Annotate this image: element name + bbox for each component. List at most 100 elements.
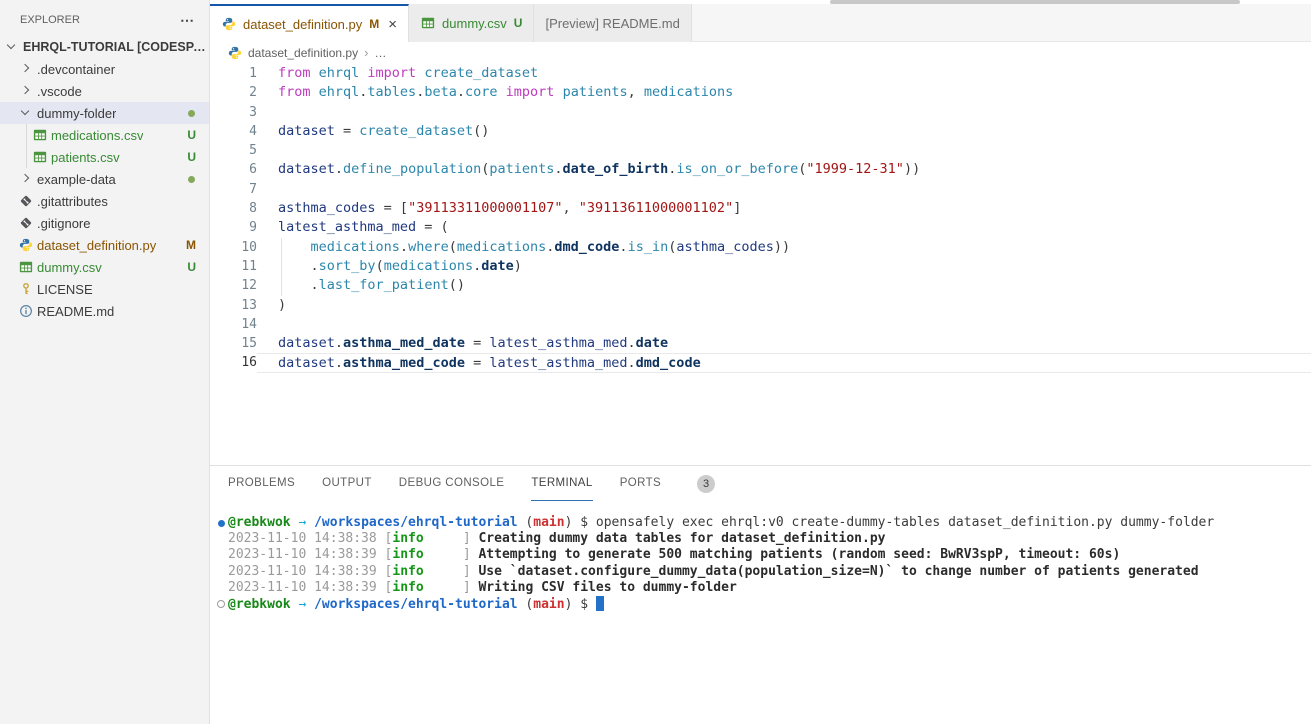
- editor-group: dataset_definition.pyM×dummy.csvU [Previe…: [210, 0, 1311, 724]
- code-line-content[interactable]: from ehrql import create_dataset: [257, 64, 1311, 83]
- chevron-down-icon[interactable]: [18, 105, 34, 121]
- tree-item-example-data[interactable]: example-data: [0, 168, 209, 190]
- tab-preview-readme-md[interactable]: [Preview] README.md: [534, 4, 691, 42]
- line-number: 2: [210, 83, 257, 102]
- tree-item-gitignore[interactable]: .gitignore: [0, 212, 209, 234]
- code-line-content[interactable]: from ehrql.tables.beta.core import patie…: [257, 83, 1311, 102]
- tab-bar-scrollbar[interactable]: [830, 0, 1240, 4]
- bottom-panel: PROBLEMS OUTPUT DEBUG CONSOLE TERMINAL PORTS…: [210, 465, 1311, 724]
- tree-item-medications-csv[interactable]: medications.csvU: [0, 124, 209, 146]
- code-line-content[interactable]: [257, 103, 1311, 122]
- code-line-3[interactable]: 3: [210, 103, 1311, 122]
- git-icon: [18, 215, 34, 231]
- tree-item-label: EHRQL-TUTORIAL [CODESPACES:...: [23, 40, 209, 54]
- indent-guide: [26, 124, 27, 146]
- tree-item-dataset-definition-py[interactable]: dataset_definition.pyM: [0, 234, 209, 256]
- panel-tab-output[interactable]: OUTPUT: [322, 466, 372, 501]
- tree-item-readme-md[interactable]: README.md: [0, 300, 209, 322]
- terminal[interactable]: @rebkwok → /workspaces/ehrql-tutorial (m…: [210, 501, 1311, 724]
- code-line-16[interactable]: 16dataset.asthma_med_code = latest_asthm…: [210, 353, 1311, 372]
- terminal-gutter: [214, 531, 228, 547]
- tree-item-dummy-folder[interactable]: dummy-folder: [0, 102, 209, 124]
- code-line-content[interactable]: ): [257, 296, 1311, 315]
- panel-tab-ports[interactable]: PORTS: [620, 466, 661, 501]
- breadcrumb-file[interactable]: dataset_definition.py: [248, 46, 358, 60]
- command-ran-dot-icon: [214, 515, 228, 531]
- code-line-15[interactable]: 15dataset.asthma_med_date = latest_asthm…: [210, 334, 1311, 353]
- code-line-content[interactable]: asthma_codes = ["39113311000001107", "39…: [257, 199, 1311, 218]
- code-line-1[interactable]: 1from ehrql import create_dataset: [210, 64, 1311, 83]
- code-line-9[interactable]: 9latest_asthma_med = (: [210, 218, 1311, 237]
- ports-count-badge[interactable]: 3: [697, 475, 715, 493]
- code-line-content[interactable]: dataset.define_population(patients.date_…: [257, 160, 1311, 179]
- breadcrumb-collapsed[interactable]: …: [374, 46, 386, 60]
- code-line-5[interactable]: 5: [210, 141, 1311, 160]
- code-line-content[interactable]: dataset.asthma_med_date = latest_asthma_…: [257, 334, 1311, 353]
- chevron-down-icon[interactable]: [4, 39, 20, 55]
- git-status-badge: M: [186, 238, 196, 252]
- indent-guide: [281, 276, 282, 295]
- code-line-content[interactable]: .sort_by(medications.date): [257, 257, 1311, 276]
- chevron-right-icon[interactable]: [18, 83, 34, 99]
- code-line-13[interactable]: 13): [210, 296, 1311, 315]
- indent-guide: [281, 257, 282, 276]
- code-line-content[interactable]: [257, 180, 1311, 199]
- code-line-content[interactable]: [257, 141, 1311, 160]
- close-icon[interactable]: ×: [388, 17, 397, 32]
- terminal-line-4[interactable]: 2023-11-10 14:38:39 [info ] Use `dataset…: [214, 564, 1311, 580]
- code-line-content[interactable]: latest_asthma_med = (: [257, 218, 1311, 237]
- code-line-2[interactable]: 2from ehrql.tables.beta.core import pati…: [210, 83, 1311, 102]
- code-line-7[interactable]: 7: [210, 180, 1311, 199]
- line-number: 7: [210, 180, 257, 199]
- line-number: 8: [210, 199, 257, 218]
- tree-item-license[interactable]: LICENSE: [0, 278, 209, 300]
- panel-tab-label: TERMINAL: [531, 477, 592, 489]
- panel-tab-debug-console[interactable]: DEBUG CONSOLE: [399, 466, 505, 501]
- tree-item-label: LICENSE: [37, 282, 93, 297]
- tab-dummy-csv[interactable]: dummy.csvU: [409, 4, 534, 42]
- code-editor[interactable]: 1from ehrql import create_dataset2from e…: [210, 63, 1311, 465]
- chevron-right-icon[interactable]: [18, 61, 34, 77]
- explorer-header: EXPLORER ⋯: [0, 0, 209, 36]
- code-line-12[interactable]: 12 .last_for_patient(): [210, 276, 1311, 295]
- code-line-11[interactable]: 11 .sort_by(medications.date): [210, 257, 1311, 276]
- git-status-badge: U: [187, 260, 196, 274]
- terminal-line-3[interactable]: 2023-11-10 14:38:39 [info ] Attempting t…: [214, 547, 1311, 563]
- tree-item-gitattributes[interactable]: .gitattributes: [0, 190, 209, 212]
- chevron-right-icon[interactable]: [18, 171, 34, 187]
- terminal-line-1[interactable]: @rebkwok → /workspaces/ehrql-tutorial (m…: [214, 515, 1311, 531]
- code-line-10[interactable]: 10 medications.where(medications.dmd_cod…: [210, 238, 1311, 257]
- tree-item-patients-csv[interactable]: patients.csvU: [0, 146, 209, 168]
- tab-label: dummy.csv: [442, 16, 507, 31]
- code-line-content[interactable]: medications.where(medications.dmd_code.i…: [257, 238, 1311, 257]
- code-line-content[interactable]: [257, 315, 1311, 334]
- terminal-line-text: @rebkwok → /workspaces/ehrql-tutorial (m…: [228, 515, 1311, 531]
- tree-item-dummy-csv[interactable]: dummy.csvU: [0, 256, 209, 278]
- line-number: 15: [210, 334, 257, 353]
- tree-item-vscode[interactable]: .vscode: [0, 80, 209, 102]
- code-line-14[interactable]: 14: [210, 315, 1311, 334]
- tree-item-devcontainer[interactable]: .devcontainer: [0, 58, 209, 80]
- tree-item-label: .gitattributes: [37, 194, 108, 209]
- code-line-content[interactable]: dataset.asthma_med_code = latest_asthma_…: [257, 353, 1311, 372]
- panel-tab-problems[interactable]: PROBLEMS: [228, 466, 295, 501]
- tree-item-ehrql-tutorial-codespaces[interactable]: EHRQL-TUTORIAL [CODESPACES:...: [0, 36, 209, 58]
- code-line-content[interactable]: .last_for_patient(): [257, 276, 1311, 295]
- breadcrumb-separator-icon: ›: [364, 45, 368, 60]
- tab-dataset-definition-py[interactable]: dataset_definition.pyM×: [210, 4, 409, 42]
- panel-tab-terminal[interactable]: TERMINAL: [531, 466, 592, 501]
- indent-guide: [281, 238, 282, 257]
- code-line-6[interactable]: 6dataset.define_population(patients.date…: [210, 160, 1311, 179]
- tree-item-label: dummy-folder: [37, 106, 116, 121]
- terminal-line-5[interactable]: 2023-11-10 14:38:39 [info ] Writing CSV …: [214, 580, 1311, 596]
- key-icon: [18, 281, 34, 297]
- git-icon: [18, 193, 34, 209]
- tab-label: [Preview] README.md: [545, 16, 679, 31]
- code-line-8[interactable]: 8asthma_codes = ["39113311000001107", "3…: [210, 199, 1311, 218]
- terminal-line-2[interactable]: 2023-11-10 14:38:38 [info ] Creating dum…: [214, 531, 1311, 547]
- more-actions-icon[interactable]: ⋯: [180, 16, 195, 24]
- panel-tab-label: PROBLEMS: [228, 477, 295, 489]
- code-line-4[interactable]: 4dataset = create_dataset(): [210, 122, 1311, 141]
- terminal-line-6[interactable]: @rebkwok → /workspaces/ehrql-tutorial (m…: [214, 596, 1311, 612]
- code-line-content[interactable]: dataset = create_dataset(): [257, 122, 1311, 141]
